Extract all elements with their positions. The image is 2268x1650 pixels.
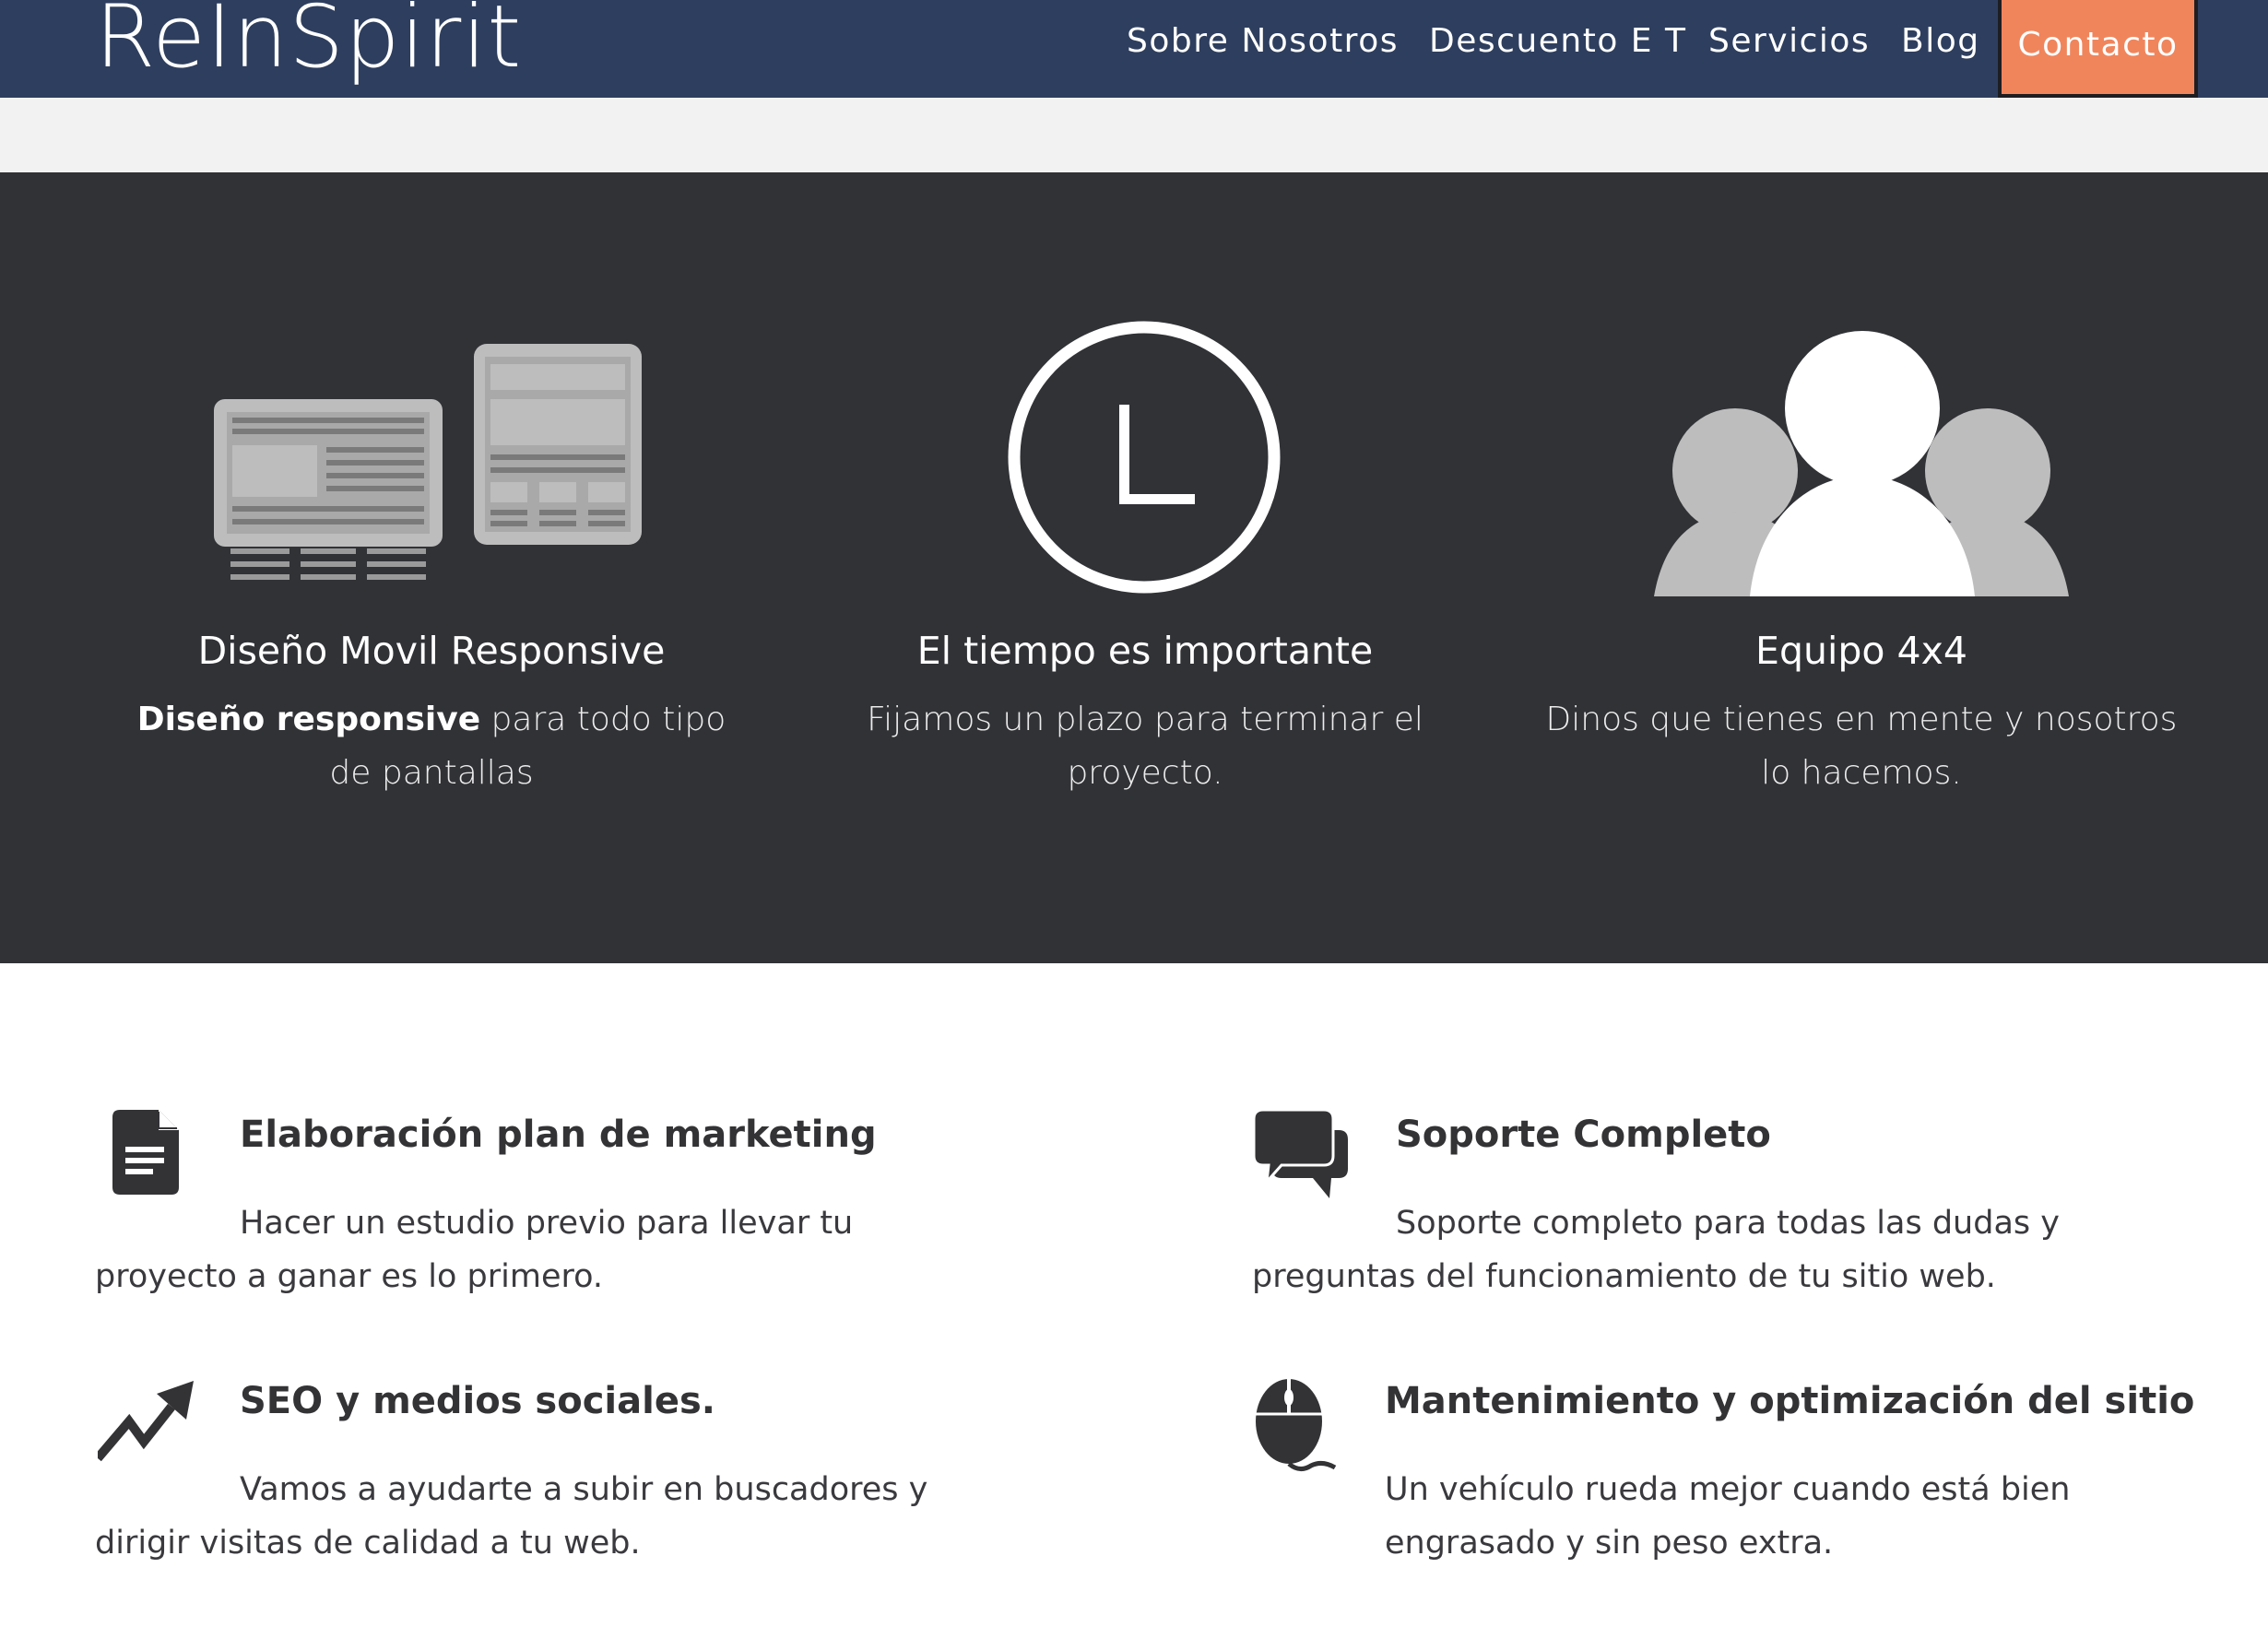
service-title-mantenimiento: Mantenimiento y optimización del sitio <box>1385 1380 2195 1422</box>
chat-bubbles-icon <box>1254 1110 1348 1198</box>
gray-strip <box>0 98 2268 172</box>
site-header: ReInSpirit Sobre Nosotros Descuento E T … <box>0 0 2268 98</box>
service-desc-soporte: Soporte completo para todas las dudas y … <box>1252 1205 2060 1295</box>
feature-title-tiempo: El tiempo es importante <box>916 629 1374 673</box>
clock-icon <box>1008 321 1281 594</box>
nav-descuento[interactable]: Descuento E T <box>1429 22 1686 60</box>
document-icon <box>112 1110 179 1195</box>
service-desc-seo: Vamos a ayudarte a subir en buscadores y… <box>95 1471 928 1562</box>
service-title-seo: SEO y medios sociales. <box>240 1380 715 1422</box>
nav-servicios[interactable]: Servicios <box>1708 22 1870 60</box>
service-desc-marketing: Hacer un estudio previo para llevar tu p… <box>95 1205 854 1295</box>
mouse-icon <box>1256 1379 1337 1471</box>
feature-desc-responsive: Diseño responsive para todo tipo de pant… <box>136 701 726 792</box>
site-logo[interactable]: ReInSpirit <box>95 0 522 88</box>
team-icon <box>1654 331 2069 596</box>
service-desc-mantenimiento: Un vehículo rueda mejor cuando está bien… <box>1385 1471 2071 1562</box>
trending-up-icon <box>98 1381 194 1462</box>
nav-contacto-button[interactable]: Contacto <box>1998 0 2198 98</box>
nav-sobre-nosotros[interactable]: Sobre Nosotros <box>1127 22 1399 60</box>
feature-title-responsive: Diseño Movil Responsive <box>197 629 666 673</box>
features-band: Diseño Movil Responsive Diseño responsiv… <box>0 172 2268 963</box>
feature-desc-tiempo: Fijamos un plazo para terminar el proyec… <box>867 701 1423 792</box>
feature-desc-equipo: Dinos que tienes en mente y nosotros lo … <box>1545 701 2178 792</box>
service-title-marketing: Elaboración plan de marketing <box>240 1114 877 1156</box>
nav-blog[interactable]: Blog <box>1901 22 1980 60</box>
feature-title-equipo: Equipo 4x4 <box>1755 629 1967 673</box>
service-title-soporte: Soporte Completo <box>1396 1114 1771 1156</box>
responsive-devices-icon <box>214 344 642 580</box>
